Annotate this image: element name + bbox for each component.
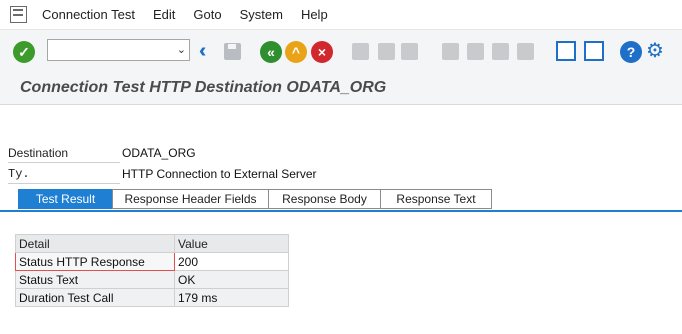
customize-icon[interactable]: ⚙ — [646, 38, 664, 63]
table-row[interactable]: Status HTTP Response 200 — [15, 252, 289, 271]
column-header-detail[interactable]: Detail — [15, 234, 175, 253]
value-cell[interactable]: 179 ms — [174, 288, 289, 307]
menu-edit[interactable]: Edit — [144, 7, 184, 22]
table-header-row: Detail Value — [15, 234, 289, 253]
table-row[interactable]: Duration Test Call 179 ms — [15, 288, 289, 307]
menu-connection-test[interactable]: Connection Test — [33, 7, 144, 22]
tab-response-header-fields[interactable]: Response Header Fields — [112, 189, 269, 209]
page-title: Connection Test HTTP Destination ODATA_O… — [20, 79, 387, 96]
enter-icon[interactable]: ✓ — [13, 41, 35, 63]
create-shortcut-icon[interactable] — [584, 41, 604, 61]
value-cell[interactable]: 200 — [174, 252, 289, 271]
divider — [8, 183, 120, 184]
dropdown-icon[interactable]: ⌄ — [177, 43, 186, 56]
save-icon — [224, 43, 241, 60]
previous-page-icon — [467, 43, 484, 60]
exit-icon[interactable]: ^ — [285, 41, 307, 63]
menu-help[interactable]: Help — [292, 7, 337, 22]
tab-response-text[interactable]: Response Text — [380, 189, 492, 209]
destination-row: Destination ODATA_ORG — [8, 143, 328, 163]
menu-bar: Connection Test Edit Goto System Help — [0, 0, 682, 30]
detail-cell[interactable]: Duration Test Call — [15, 288, 175, 307]
last-page-icon — [517, 43, 534, 60]
find-icon — [378, 43, 395, 60]
back-icon[interactable]: « — [260, 41, 282, 63]
value-cell[interactable]: OK — [174, 270, 289, 289]
find-next-icon — [401, 43, 418, 60]
help-icon[interactable]: ? — [620, 41, 642, 63]
next-page-icon — [492, 43, 509, 60]
cancel-icon[interactable]: × — [311, 41, 333, 63]
command-field[interactable]: ⌄ — [47, 39, 190, 61]
column-header-value[interactable]: Value — [174, 234, 289, 253]
detail-cell[interactable]: Status Text — [15, 270, 175, 289]
divider — [8, 162, 120, 163]
type-row: Ty. HTTP Connection to External Server — [8, 164, 328, 184]
table-row[interactable]: Status Text OK — [15, 270, 289, 289]
detail-cell[interactable]: Status HTTP Response — [15, 252, 175, 271]
menu-icon[interactable] — [10, 6, 27, 23]
type-value: HTTP Connection to External Server — [122, 167, 317, 181]
menu-system[interactable]: System — [231, 7, 292, 22]
result-table: Detail Value Status HTTP Response 200 St… — [15, 234, 289, 307]
type-label: Ty. — [8, 167, 30, 181]
standard-toolbar: ✓ ⌄ ‹‹ « ^ × ? ⚙ — [0, 30, 682, 75]
new-session-icon[interactable] — [556, 41, 576, 61]
tab-test-result[interactable]: Test Result — [18, 189, 113, 209]
first-page-icon — [442, 43, 459, 60]
tab-response-body[interactable]: Response Body — [268, 189, 381, 209]
double-left-icon[interactable]: ‹‹ — [199, 40, 208, 63]
tab-strip: Test Result Response Header Fields Respo… — [18, 189, 492, 209]
destination-label: Destination — [8, 146, 69, 160]
command-input[interactable] — [48, 40, 166, 60]
tab-underline — [0, 210, 682, 212]
title-bar: Connection Test HTTP Destination ODATA_O… — [0, 75, 682, 105]
destination-value: ODATA_ORG — [122, 146, 196, 160]
print-icon — [352, 43, 369, 60]
menu-goto[interactable]: Goto — [184, 7, 230, 22]
